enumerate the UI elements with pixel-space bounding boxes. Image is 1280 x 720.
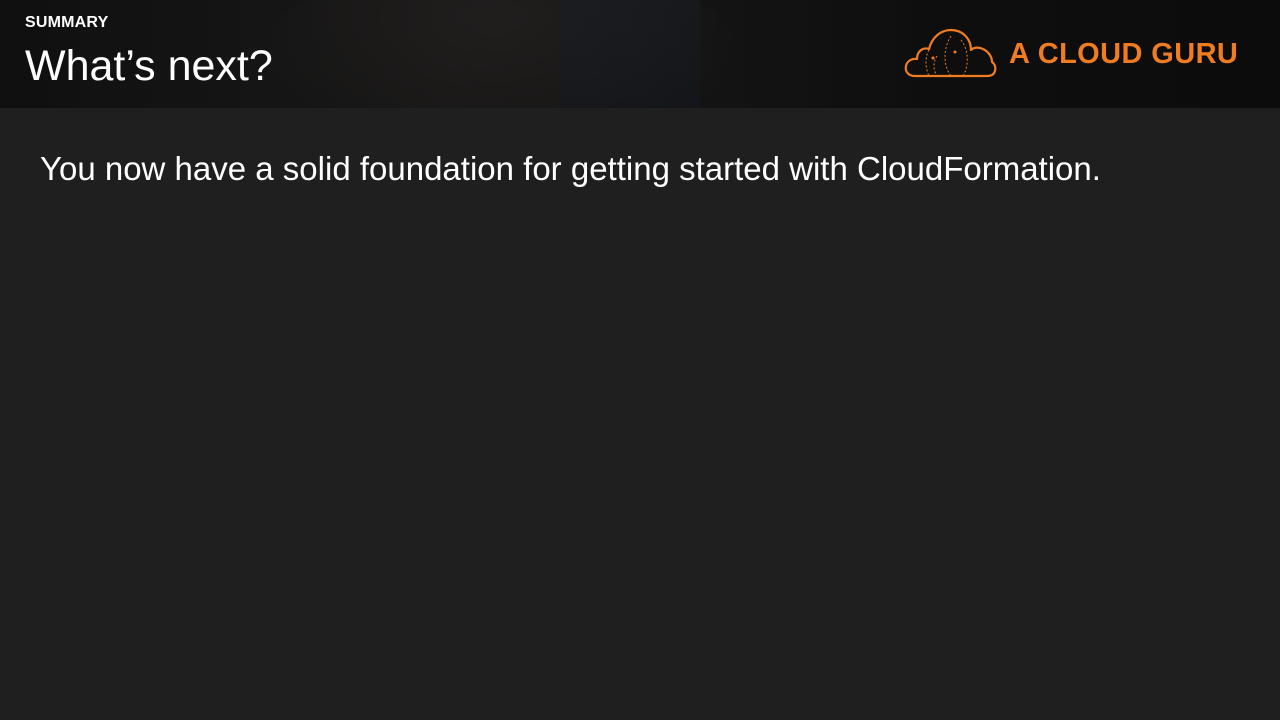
brand-name: A CLOUD GURU (1009, 38, 1239, 70)
section-label: SUMMARY (25, 14, 109, 31)
brand-logo: A CLOUD GURU (903, 26, 1248, 82)
header-banner: SUMMARY What’s next? A CLOUD GURU (0, 0, 1280, 108)
slide-title: What’s next? (25, 42, 273, 90)
cloud-logo-icon (904, 28, 997, 78)
summary-text: You now have a solid foundation for gett… (40, 150, 1101, 187)
slide: SUMMARY What’s next? A CLOUD GURU You no… (0, 0, 1280, 720)
